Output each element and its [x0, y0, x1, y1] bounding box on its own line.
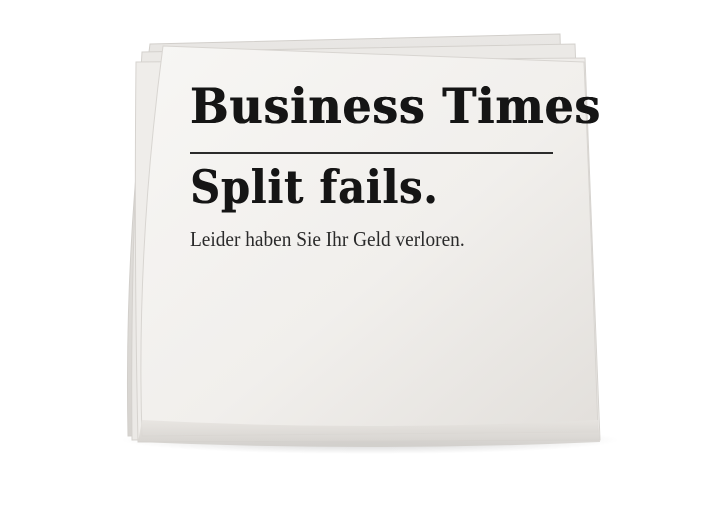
newspaper-stack: [120, 33, 620, 454]
subline: Leider haben Sie Ihr Geld verloren.: [190, 227, 465, 251]
headline: Split fails.: [190, 160, 439, 214]
newspaper-scene: Business Times Split fails. Leider haben…: [0, 0, 721, 506]
masthead-rule: [190, 152, 553, 154]
masthead: Business Times: [190, 77, 602, 135]
